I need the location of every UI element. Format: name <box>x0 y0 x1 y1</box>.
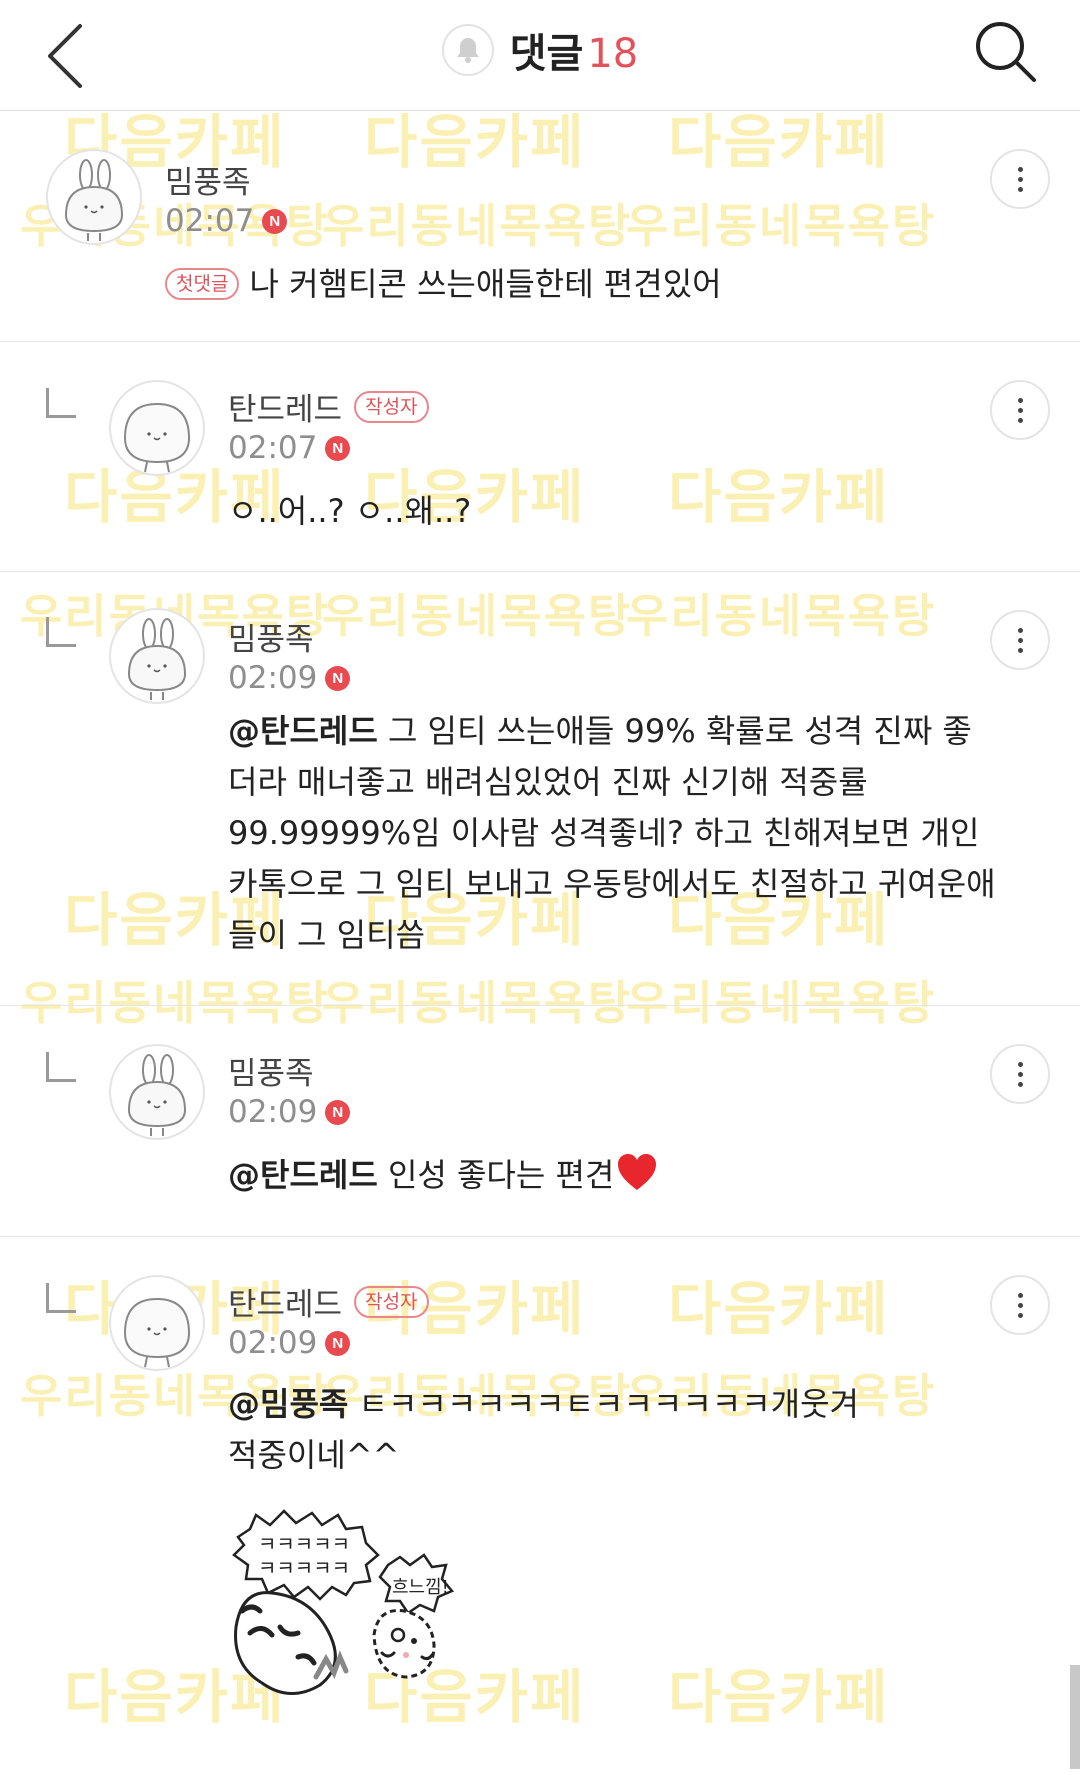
more-dot-icon <box>1017 647 1023 653</box>
page-title-label: 댓글 <box>509 31 584 77</box>
timestamp-row: 02:07 N <box>165 203 288 239</box>
mention-link[interactable]: @탄드레드 <box>228 1156 378 1194</box>
timestamp: 02:07 <box>165 203 255 239</box>
more-dot-icon <box>1017 397 1023 403</box>
mention-link[interactable]: @밈풍족 <box>228 1385 348 1423</box>
timestamp-row: 02:07 N <box>228 430 351 466</box>
comment-list: 밈풍족 02:07 N 첫댓글 나 커햄티콘 쓰는애들한테 편견있어 탄드레드 <box>0 111 1080 1773</box>
reply-item: 탄드레드 작성자 02:07 N ㅇ..어..? ㅇ..왜..? <box>0 342 1080 572</box>
reply-indicator-icon <box>46 1283 76 1313</box>
timestamp: 02:09 <box>228 1094 318 1130</box>
bell-icon <box>456 38 479 63</box>
more-dot-icon <box>1017 176 1023 182</box>
header-title-group: 댓글 18 <box>0 18 1080 82</box>
bunny-avatar-icon <box>127 618 187 700</box>
nickname-row: 밈풍족 <box>165 157 251 202</box>
mention-link[interactable]: @탄드레드 <box>228 712 378 750</box>
reply-indicator-icon <box>46 617 76 647</box>
comment-item: 밈풍족 02:07 N 첫댓글 나 커햄티콘 쓰는애들한테 편견있어 <box>0 111 1080 342</box>
blob-avatar-icon <box>123 1297 191 1368</box>
comment-body: ㅇ..어..? ㅇ..왜..? <box>228 486 1008 537</box>
more-dot-icon <box>1017 1312 1023 1318</box>
timestamp: 02:09 <box>228 1325 318 1361</box>
author-badge: 작성자 <box>354 390 429 423</box>
nickname[interactable]: 탄드레드 <box>228 384 342 429</box>
reply-indicator-icon <box>46 388 76 418</box>
comment-body: @밈풍족 ㅌㅋㅋㅋㅋㅋㅋㅌㅋㅋㅋㅋㅋㅋ개웃겨 적중이네^^ <box>228 1379 868 1481</box>
more-dot-icon <box>1017 1081 1023 1087</box>
timestamp: 02:07 <box>228 430 318 466</box>
comment-body: @탄드레드 인성 좋다는 편견 <box>228 1150 1008 1201</box>
search-icon <box>976 22 1036 82</box>
heart-emoji-icon <box>618 1154 657 1190</box>
nickname-row: 탄드레드 작성자 <box>228 1279 429 1324</box>
more-options-button[interactable] <box>990 1044 1050 1104</box>
nickname[interactable]: 탄드레드 <box>228 1279 342 1324</box>
avatar[interactable] <box>109 380 205 476</box>
sticker-text: 흐느낌! <box>392 1577 449 1598</box>
avatar[interactable] <box>109 1044 205 1140</box>
more-dot-icon <box>1017 166 1023 172</box>
timestamp-row: 02:09 N <box>228 660 351 696</box>
scrollbar-thumb[interactable] <box>1070 1665 1080 1769</box>
comment-text: 나 커햄티콘 쓰는애들한테 편견있어 <box>249 265 722 303</box>
reply-item: 밈풍족 02:09 N @탄드레드 그 임티 쓰는애들 99% 확률로 성격 진… <box>0 572 1080 1006</box>
timestamp: 02:09 <box>228 660 318 696</box>
avatar[interactable] <box>46 149 142 245</box>
bunny-avatar-icon <box>64 159 124 241</box>
comment-body: 첫댓글 나 커햄티콘 쓰는애들한테 편견있어 <box>165 259 1025 310</box>
comment-text: ㅇ..어..? ㅇ..왜..? <box>228 492 472 530</box>
comment-text: 인성 좋다는 편견 <box>377 1156 615 1194</box>
new-badge: N <box>325 435 351 461</box>
sticker-text: ㅋㅋㅋㅋㅋ <box>258 1532 350 1556</box>
more-dot-icon <box>1017 1071 1023 1077</box>
author-badge: 작성자 <box>354 1285 429 1318</box>
avatar[interactable] <box>109 608 205 704</box>
comment-body: @탄드레드 그 임티 쓰는애들 99% 확률로 성격 진짜 좋더라 매너좋고 배… <box>228 706 998 961</box>
nickname[interactable]: 밈풍족 <box>228 614 314 659</box>
timestamp-row: 02:09 N <box>228 1094 351 1130</box>
search-button[interactable] <box>968 14 1044 90</box>
blob-avatar-icon <box>123 402 191 473</box>
more-options-button[interactable] <box>990 149 1050 209</box>
nickname-row: 밈풍족 <box>228 1048 314 1093</box>
sticker-text: ㅋㅋㅋㅋㅋ <box>258 1556 350 1580</box>
laughing-cat-sticker-icon: ㅋㅋㅋㅋㅋ ㅋㅋㅋㅋㅋ 흐느낌! <box>232 1509 455 1695</box>
new-badge: N <box>325 1330 351 1356</box>
reply-indicator-icon <box>46 1052 76 1082</box>
more-dot-icon <box>1017 627 1023 633</box>
notification-toggle[interactable] <box>441 24 494 76</box>
more-dot-icon <box>1017 637 1023 643</box>
comment-count: 18 <box>587 31 639 77</box>
nickname[interactable]: 밈풍족 <box>165 157 251 202</box>
first-comment-badge: 첫댓글 <box>165 268 240 300</box>
more-dot-icon <box>1017 417 1023 423</box>
reply-item: 밈풍족 02:09 N @탄드레드 인성 좋다는 편견 <box>0 1006 1080 1237</box>
emoticon-sticker[interactable]: ㅋㅋㅋㅋㅋ ㅋㅋㅋㅋㅋ 흐느낌! <box>228 1507 478 1707</box>
more-options-button[interactable] <box>990 610 1050 670</box>
nickname[interactable]: 밈풍족 <box>228 1048 314 1093</box>
new-badge: N <box>325 1099 351 1125</box>
avatar[interactable] <box>109 1275 205 1371</box>
more-options-button[interactable] <box>990 380 1050 440</box>
more-dot-icon <box>1017 186 1023 192</box>
page-title: 댓글 18 <box>510 21 639 79</box>
top-bar: 댓글 18 <box>0 0 1080 111</box>
more-options-button[interactable] <box>990 1275 1050 1335</box>
bunny-avatar-icon <box>127 1054 187 1136</box>
more-dot-icon <box>1017 1292 1023 1298</box>
more-dot-icon <box>1017 407 1023 413</box>
timestamp-row: 02:09 N <box>228 1325 351 1361</box>
reply-item: 탄드레드 작성자 02:09 N @밈풍족 ㅌㅋㅋㅋㅋㅋㅋㅌㅋㅋㅋㅋㅋㅋ개웃겨 … <box>0 1237 1080 1773</box>
new-badge: N <box>262 208 288 234</box>
more-dot-icon <box>1017 1302 1023 1308</box>
more-dot-icon <box>1017 1061 1023 1067</box>
nickname-row: 탄드레드 작성자 <box>228 384 429 429</box>
nickname-row: 밈풍족 <box>228 614 314 659</box>
new-badge: N <box>325 665 351 691</box>
